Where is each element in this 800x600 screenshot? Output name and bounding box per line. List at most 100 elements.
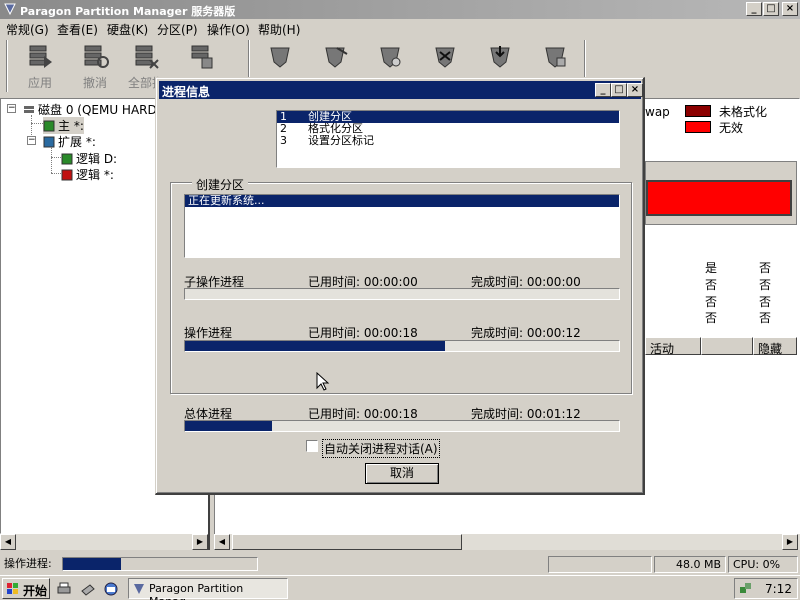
legend-invalid-swatch	[685, 121, 711, 133]
tree-primary-label: 主 *:	[58, 119, 84, 133]
cell-hidden: 否	[759, 261, 772, 275]
partition-logical-red-icon	[61, 169, 73, 181]
tree-expander[interactable]: −	[27, 136, 36, 145]
op-progress-label: 操作进程	[184, 326, 233, 340]
legend-unformatted-swatch	[685, 105, 711, 117]
cell-active: 否	[705, 295, 718, 309]
op-elapsed: 已用时间: 00:00:18	[308, 326, 418, 340]
apply-label: 应用	[27, 76, 52, 90]
app-icon	[4, 3, 16, 16]
steps-list[interactable]: 1 创建分区 2 格式化分区 3 设置分区标记	[276, 110, 620, 168]
menu-bar: 常规(G) 查看(E) 硬盘(K) 分区(P) 操作(O) 帮助(H)	[0, 19, 800, 37]
checkbox-box[interactable]	[306, 440, 318, 452]
group-label: 创建分区	[192, 176, 249, 193]
scroll-thumb[interactable]	[232, 534, 462, 550]
menu-general[interactable]: 常规(G)	[6, 21, 49, 38]
menu-disk[interactable]: 硬盘(K)	[107, 21, 148, 38]
cell-hidden: 否	[759, 311, 772, 325]
tree-logical-d-label: 逻辑 D:	[76, 152, 118, 166]
clock: 7:12	[765, 582, 792, 596]
hard-disk-icon	[24, 106, 34, 113]
menu-partition[interactable]: 分区(P)	[157, 21, 198, 38]
mouse-cursor-icon	[316, 372, 330, 391]
tree-logical-star[interactable]: 逻辑 *:	[61, 166, 114, 183]
browser-icon[interactable]	[103, 581, 119, 597]
apply-icon	[29, 45, 52, 68]
dialog-title: 进程信息	[162, 85, 211, 99]
network-icon[interactable]	[739, 581, 753, 595]
dialog-close-button[interactable]: ×	[627, 83, 643, 97]
cell-hidden: 否	[759, 295, 772, 309]
cancel-button[interactable]: 取消	[365, 463, 439, 484]
close-button[interactable]: ×	[782, 2, 798, 16]
windows-logo-icon	[7, 583, 18, 594]
taskbar-app-button[interactable]: Paragon Partition Manag...	[128, 578, 288, 600]
status-memory: 48.0 MB	[654, 556, 726, 573]
scroll-right-icon[interactable]: ▶	[192, 534, 208, 550]
tree-expander[interactable]: −	[7, 104, 16, 113]
legend-unformatted: 未格式化	[719, 105, 768, 119]
undo-label: 撤消	[82, 76, 107, 90]
undo-button[interactable]: 撤消	[75, 38, 115, 96]
window-title: Paragon Partition Manager 服务器版	[20, 5, 236, 18]
log-list[interactable]: 正在更新系统...	[184, 194, 620, 258]
scroll-right-icon[interactable]: ▶	[782, 534, 798, 550]
partition-primary-icon	[43, 120, 55, 132]
tree-extended-label: 扩展 *:	[58, 135, 96, 149]
scroll-left-icon[interactable]: ◀	[0, 534, 16, 550]
partition-logical-icon	[61, 153, 73, 165]
minimize-button[interactable]: _	[746, 2, 762, 16]
tree-primary[interactable]: 主 *:	[43, 117, 84, 134]
tree-line	[51, 147, 52, 173]
tree-logical-d[interactable]: 逻辑 D:	[61, 150, 117, 167]
scroll-left-icon[interactable]: ◀	[214, 534, 230, 550]
start-button[interactable]: 开始	[2, 578, 50, 599]
status-empty-segment	[548, 556, 652, 573]
undo-icon	[84, 45, 109, 68]
legend-swap: wap	[645, 105, 670, 119]
menu-view[interactable]: 查看(E)	[57, 21, 98, 38]
dialog-maximize-button[interactable]: □	[611, 83, 627, 97]
tree-horizontal-scrollbar[interactable]: ◀ ▶	[0, 534, 208, 550]
total-progress-bar	[184, 420, 620, 432]
tree-logical-star-label: 逻辑 *:	[76, 168, 114, 182]
disk-map-partition[interactable]	[646, 180, 792, 216]
status-cpu: CPU: 0%	[728, 556, 798, 573]
dialog-title-bar: 进程信息 _ □ ×	[159, 81, 643, 99]
op-progress-bar	[184, 340, 620, 352]
start-label: 开始	[23, 584, 48, 598]
status-bar: 操作进程: 48.0 MB CPU: 0%	[0, 554, 800, 574]
disk-map[interactable]	[645, 161, 797, 225]
step-item[interactable]: 3 设置分区标记	[277, 135, 619, 147]
shield-lock-icon	[545, 47, 566, 68]
table-horizontal-scrollbar[interactable]: ◀ ▶	[214, 534, 800, 550]
menu-help[interactable]: 帮助(H)	[258, 21, 300, 38]
drive-icon[interactable]	[80, 581, 96, 597]
tree-line	[51, 157, 61, 158]
column-header-hidden[interactable]: 隐藏	[753, 337, 797, 356]
status-progress-label: 操作进程:	[4, 557, 52, 570]
shield-check-icon	[325, 47, 348, 68]
tree-line	[31, 123, 43, 124]
lock-disk-icon	[191, 45, 213, 69]
autoclose-label: 自动关闭进程对话(A)	[322, 439, 440, 458]
progress-dialog: 进程信息 _ □ × 1 创建分区 2 格式化分区 3 设置分区标记 创建分区 正在更…	[155, 77, 645, 495]
status-progress-bar	[62, 557, 258, 571]
column-header-active[interactable]: 活动	[645, 337, 701, 356]
dialog-minimize-button[interactable]: _	[595, 83, 611, 97]
tree-line	[51, 173, 61, 174]
cell-active: 否	[705, 278, 718, 292]
apply-button[interactable]: 应用	[20, 38, 60, 96]
toolbar-separator	[6, 40, 8, 92]
cell-hidden: 否	[759, 278, 772, 292]
status-progress-fill	[63, 558, 122, 570]
maximize-button[interactable]: □	[763, 2, 779, 16]
printer-icon[interactable]	[56, 581, 72, 597]
shield-delete-icon	[435, 47, 455, 68]
menu-operation[interactable]: 操作(O)	[207, 21, 250, 38]
cell-active: 否	[705, 311, 718, 325]
op-remaining: 完成时间: 00:00:12	[471, 326, 581, 340]
op-progress-fill	[185, 341, 446, 351]
partition-extended-icon	[43, 136, 55, 148]
taskbar: 开始 Paragon Partition Manag... 7:12	[0, 575, 800, 600]
